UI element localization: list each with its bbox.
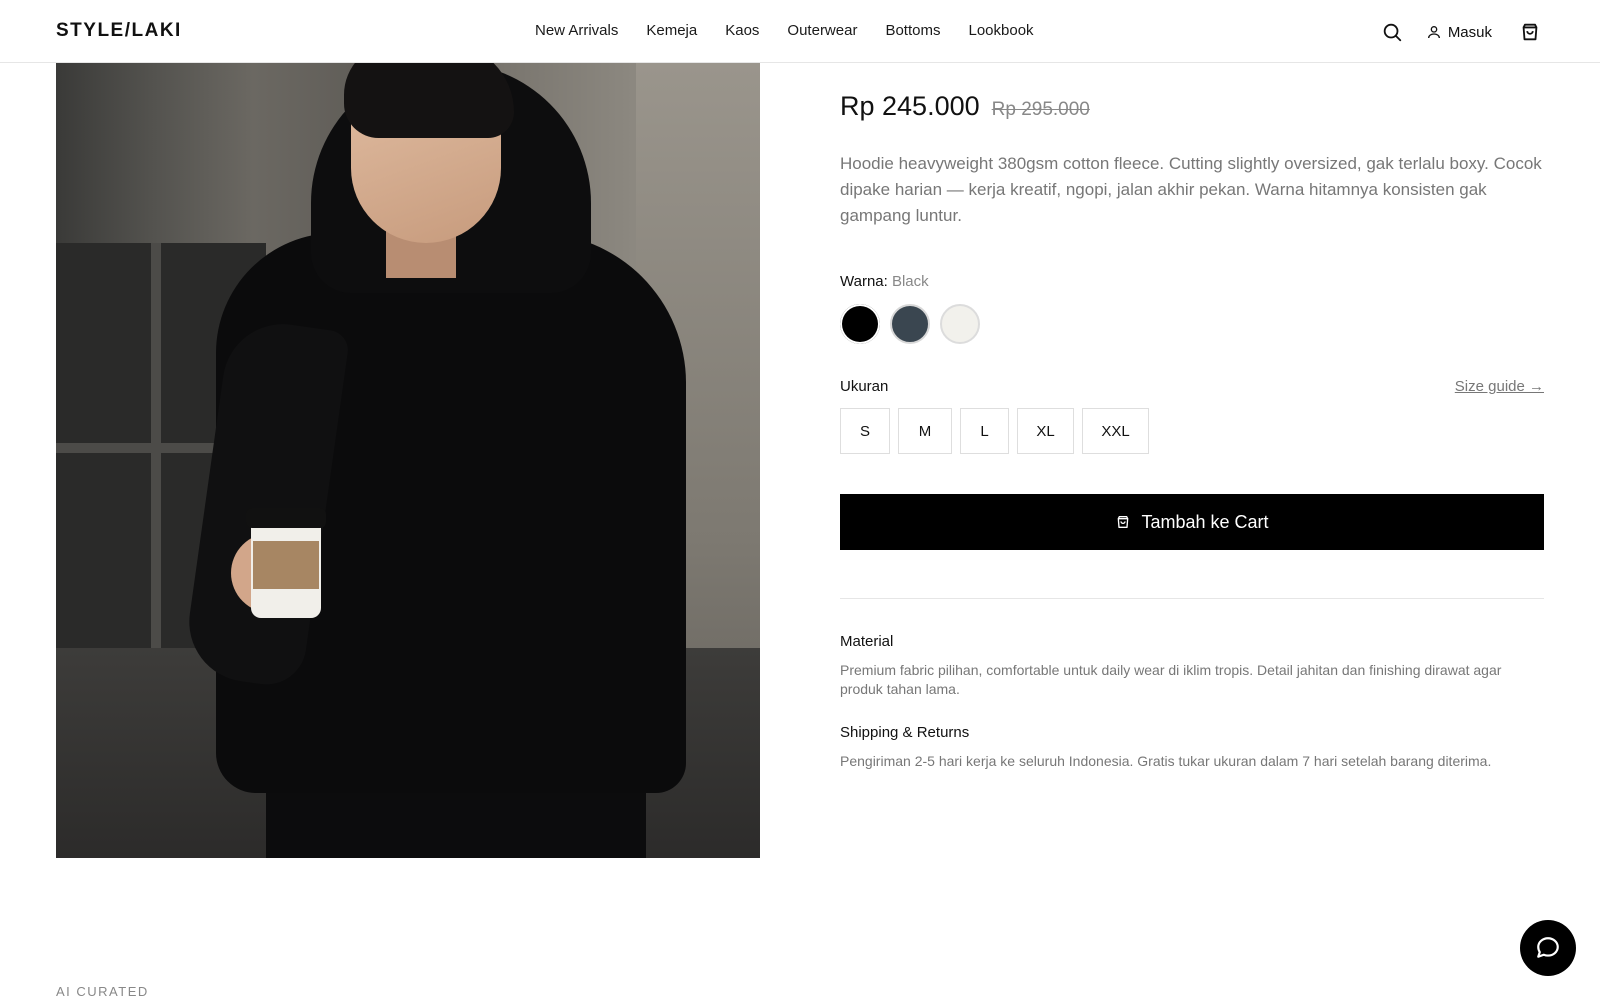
login-button[interactable]: Masuk [1426, 24, 1492, 41]
material-title: Material [840, 633, 894, 650]
swatch-charcoal[interactable] [890, 304, 930, 344]
size-s-button[interactable]: S [840, 408, 890, 454]
cart-button[interactable] [1516, 18, 1544, 46]
model-hair [344, 63, 514, 138]
price: Rp 245.000 [840, 91, 980, 121]
size-label: Ukuran [840, 378, 889, 395]
chat-bubble-icon [1537, 937, 1559, 958]
material-body: Premium fabric pilihan, comfortable untu… [840, 662, 1502, 697]
shopping-bag-icon [1118, 516, 1129, 528]
color-selected-value: Black [891, 273, 929, 290]
login-label: Masuk [1447, 23, 1492, 41]
size-m-button[interactable]: M [898, 408, 952, 454]
size-xxl-button[interactable]: XXL [1082, 408, 1149, 454]
color-swatches [840, 304, 980, 344]
color-label: Warna: Black [840, 273, 929, 290]
swatch-off-white[interactable] [940, 304, 980, 344]
price-row: Rp 245.000 Rp 295.000 [840, 91, 1090, 122]
shopping-bag-icon [1522, 23, 1538, 41]
swatch-black[interactable] [840, 304, 880, 344]
old-price: Rp 295.000 [991, 99, 1090, 120]
add-to-cart-label: Tambah ke Cart [1141, 511, 1269, 532]
nav-bottoms[interactable]: Bottoms [885, 22, 940, 39]
nav-new-arrivals[interactable]: New Arrivals [535, 22, 618, 39]
shipping-body: Pengiriman 2-5 hari kerja ke seluruh Ind… [840, 753, 1492, 769]
nav-outerwear[interactable]: Outerwear [787, 22, 857, 39]
search-icon [1383, 23, 1401, 42]
size-options: S M L XL XXL [840, 408, 1149, 454]
size-l-button[interactable]: L [960, 408, 1009, 454]
coffee-cup-sleeve [253, 541, 319, 589]
size-guide-link[interactable]: Size guide → [1455, 378, 1544, 395]
product-description: Hoodie heavyweight 380gsm cotton fleece.… [840, 154, 1542, 225]
shipping-title: Shipping & Returns [840, 724, 970, 741]
ai-curated-heading: AI CURATED [56, 984, 149, 999]
nav-kaos[interactable]: Kaos [725, 22, 759, 39]
chat-button[interactable] [1520, 920, 1576, 976]
nav-lookbook[interactable]: Lookbook [968, 22, 1033, 39]
color-label-text: Warna: [840, 273, 888, 290]
site-logo[interactable]: STYLE/LAKI [56, 20, 182, 42]
divider [840, 598, 1544, 599]
nav-kemeja[interactable]: Kemeja [646, 22, 697, 39]
user-icon [1427, 26, 1440, 39]
header-actions: Masuk [1378, 16, 1544, 48]
coffee-cup-lid [246, 508, 326, 528]
add-to-cart-button[interactable]: Tambah ke Cart [840, 494, 1544, 550]
size-xl-button[interactable]: XL [1017, 408, 1074, 454]
product-image [56, 63, 760, 858]
search-button[interactable] [1378, 18, 1406, 46]
site-header: STYLE/LAKI New Arrivals Kemeja Kaos Oute… [0, 0, 1600, 63]
main-nav: New Arrivals Kemeja Kaos Outerwear Botto… [535, 22, 1034, 39]
